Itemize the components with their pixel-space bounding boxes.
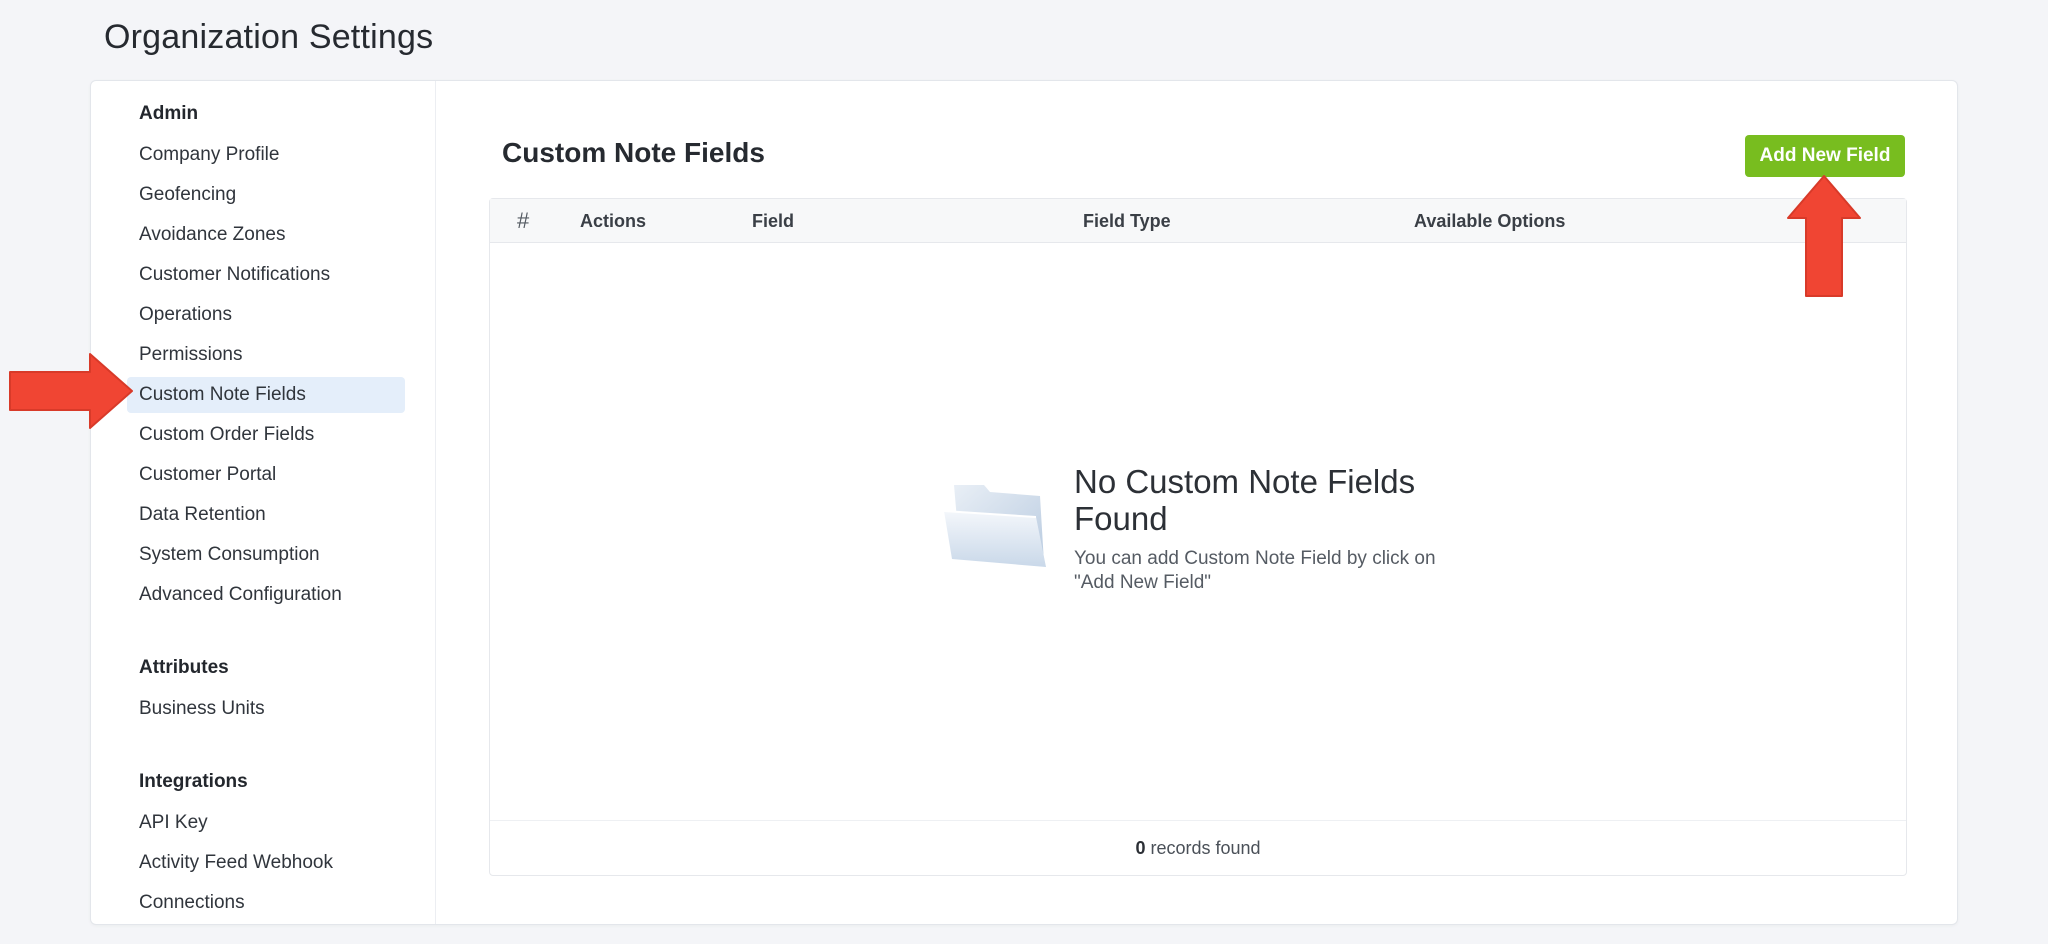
sidebar-item-permissions[interactable]: Permissions: [127, 337, 405, 373]
sidebar-item-activity-feed-webhook[interactable]: Activity Feed Webhook: [127, 845, 405, 881]
column-header-field[interactable]: Field: [752, 199, 794, 243]
sidebar-item-geofencing[interactable]: Geofencing: [127, 177, 405, 213]
sidebar-item-avoidance-zones[interactable]: Avoidance Zones: [127, 217, 405, 253]
settings-card: Admin Company Profile Geofencing Avoidan…: [90, 80, 1958, 925]
column-header-actions[interactable]: Actions: [580, 199, 646, 243]
add-new-field-button[interactable]: Add New Field: [1745, 135, 1905, 177]
records-label: records found: [1150, 838, 1261, 858]
column-header-available-options[interactable]: Available Options: [1414, 199, 1565, 243]
sidebar-item-system-consumption[interactable]: System Consumption: [127, 537, 405, 573]
sidebar-group-title-integrations: Integrations: [139, 771, 248, 792]
sidebar-item-company-profile[interactable]: Company Profile: [127, 137, 405, 173]
empty-state-description: You can add Custom Note Field by click o…: [1074, 548, 1436, 593]
main-panel: Custom Note Fields Add New Field # Actio…: [437, 81, 1957, 924]
annotation-arrow-up-icon: [1787, 175, 1861, 297]
annotation-arrow-right-icon: [9, 353, 133, 429]
column-header-field-type[interactable]: Field Type: [1083, 199, 1171, 243]
custom-note-fields-table: # Actions Field Field Type Available Opt…: [489, 198, 1907, 876]
sidebar-item-connections[interactable]: Connections: [127, 885, 405, 921]
records-count: 0: [1135, 838, 1146, 858]
sidebar-item-custom-order-fields[interactable]: Custom Order Fields: [127, 417, 405, 453]
sidebar-item-operations[interactable]: Operations: [127, 297, 405, 333]
sidebar-item-data-retention[interactable]: Data Retention: [127, 497, 405, 533]
settings-sidebar: Admin Company Profile Geofencing Avoidan…: [91, 81, 436, 924]
empty-state-title: No Custom Note Fields Found: [1074, 463, 1416, 537]
table-header: # Actions Field Field Type Available Opt…: [490, 199, 1906, 243]
sidebar-item-advanced-configuration[interactable]: Advanced Configuration: [127, 577, 405, 613]
sidebar-item-custom-note-fields[interactable]: Custom Note Fields: [127, 377, 405, 413]
column-header-number[interactable]: #: [517, 199, 529, 243]
folder-icon: [943, 485, 1046, 567]
sidebar-group-title-attributes: Attributes: [139, 657, 229, 678]
table-footer: 0 records found: [490, 820, 1906, 875]
sidebar-item-customer-notifications[interactable]: Customer Notifications: [127, 257, 405, 293]
sidebar-item-api-key[interactable]: API Key: [127, 805, 405, 841]
section-title: Custom Note Fields: [502, 137, 765, 168]
sidebar-item-business-units[interactable]: Business Units: [127, 691, 405, 727]
empty-state: No Custom Note Fields Found You can add …: [940, 463, 1460, 603]
sidebar-group-title-admin: Admin: [139, 103, 199, 124]
page-title: Organization Settings: [104, 18, 434, 56]
sidebar-item-customer-portal[interactable]: Customer Portal: [127, 457, 405, 493]
